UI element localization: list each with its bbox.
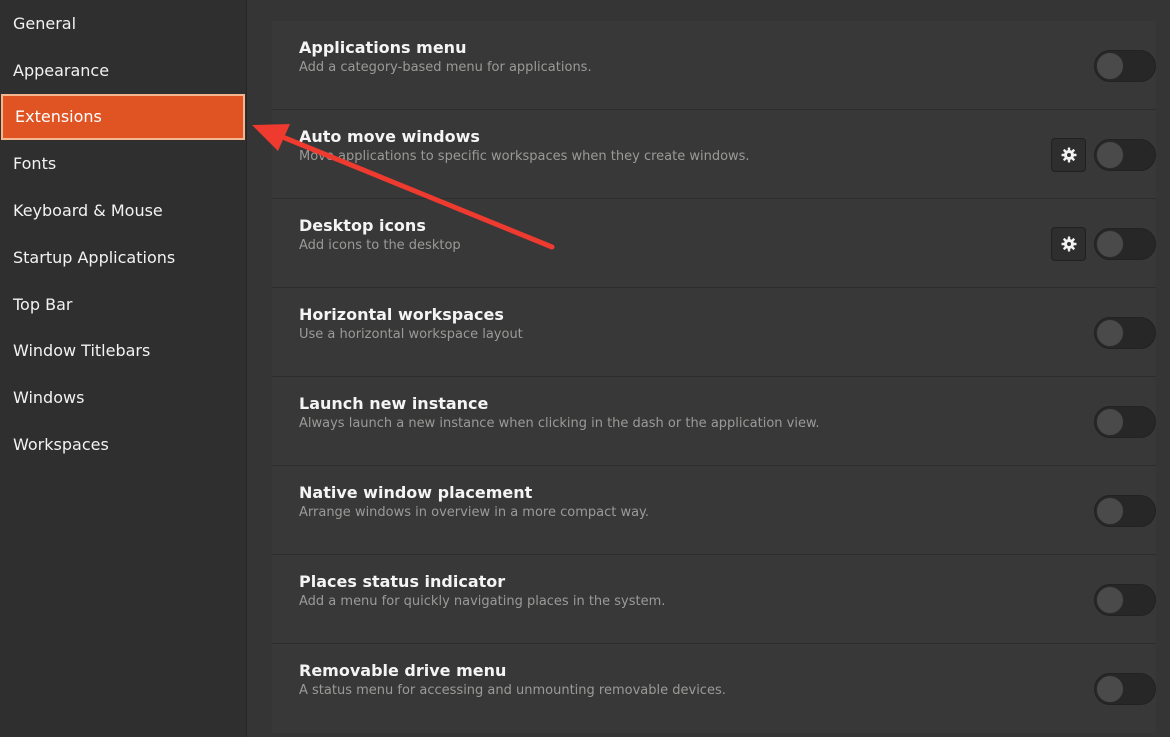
extension-toggle-switch[interactable] bbox=[1094, 50, 1156, 82]
sidebar-item-appearance[interactable]: Appearance bbox=[1, 47, 245, 94]
gear-icon bbox=[1061, 147, 1076, 163]
sidebar-item-label: Window Titlebars bbox=[13, 341, 151, 361]
toggle-knob bbox=[1096, 52, 1124, 80]
sidebar-item-label: Startup Applications bbox=[13, 247, 176, 267]
sidebar-item-extensions[interactable]: Extensions bbox=[1, 93, 245, 141]
sidebar-item-label: Top Bar bbox=[13, 294, 73, 314]
sidebar-item-startup-applications[interactable]: Startup Applications bbox=[1, 234, 245, 281]
tweaks-window: General Appearance Extensions Fonts Keyb… bbox=[0, 0, 1170, 737]
sidebar: General Appearance Extensions Fonts Keyb… bbox=[0, 0, 247, 737]
extension-title: Places status indicator bbox=[299, 572, 506, 591]
extension-description: Move applications to specific workspaces… bbox=[299, 149, 750, 164]
extension-toggle-switch[interactable] bbox=[1094, 495, 1156, 527]
sidebar-item-label: Extensions bbox=[15, 107, 102, 127]
extensions-list: Applications menu Add a category-based m… bbox=[272, 21, 1156, 733]
toggle-knob bbox=[1096, 497, 1124, 525]
toggle-knob bbox=[1096, 141, 1124, 169]
sidebar-item-label: Keyboard & Mouse bbox=[13, 201, 163, 221]
extension-row-desktop-icons: Desktop icons Add icons to the desktop bbox=[272, 199, 1156, 288]
extension-title: Auto move windows bbox=[299, 127, 480, 146]
extension-description: Add a category-based menu for applicatio… bbox=[299, 60, 592, 75]
extension-toggle-switch[interactable] bbox=[1094, 139, 1156, 171]
extension-settings-button[interactable] bbox=[1051, 138, 1086, 172]
extension-description: Add icons to the desktop bbox=[299, 238, 461, 253]
extension-row-native-window-placement: Native window placement Arrange windows … bbox=[272, 466, 1156, 555]
extension-title: Launch new instance bbox=[299, 394, 489, 413]
sidebar-item-label: Windows bbox=[13, 388, 85, 408]
extensions-panel: Applications menu Add a category-based m… bbox=[247, 0, 1170, 737]
extension-toggle-switch[interactable] bbox=[1094, 673, 1156, 705]
extension-row-auto-move-windows: Auto move windows Move applications to s… bbox=[272, 110, 1156, 199]
extension-title: Removable drive menu bbox=[299, 661, 507, 680]
sidebar-item-window-titlebars[interactable]: Window Titlebars bbox=[1, 328, 245, 375]
sidebar-item-label: General bbox=[13, 13, 77, 33]
sidebar-item-label: Workspaces bbox=[13, 435, 109, 455]
extension-description: Use a horizontal workspace layout bbox=[299, 327, 523, 342]
extension-row-removable-drive-menu: Removable drive menu A status menu for a… bbox=[272, 644, 1156, 733]
extension-toggle-switch[interactable] bbox=[1094, 228, 1156, 260]
sidebar-item-label: Appearance bbox=[13, 60, 110, 80]
sidebar-item-top-bar[interactable]: Top Bar bbox=[1, 281, 245, 328]
extension-title: Native window placement bbox=[299, 483, 533, 502]
extension-toggle-switch[interactable] bbox=[1094, 406, 1156, 438]
extension-row-horizontal-workspaces: Horizontal workspaces Use a horizontal w… bbox=[272, 288, 1156, 377]
extension-toggle-switch[interactable] bbox=[1094, 317, 1156, 349]
sidebar-item-general[interactable]: General bbox=[1, 0, 245, 47]
extension-description: A status menu for accessing and unmounti… bbox=[299, 683, 726, 698]
toggle-knob bbox=[1096, 319, 1124, 347]
extension-row-launch-new-instance: Launch new instance Always launch a new … bbox=[272, 377, 1156, 466]
extension-toggle-switch[interactable] bbox=[1094, 584, 1156, 616]
extension-row-places-status-indicator: Places status indicator Add a menu for q… bbox=[272, 555, 1156, 644]
extension-title: Horizontal workspaces bbox=[299, 305, 504, 324]
extension-description: Add a menu for quickly navigating places… bbox=[299, 594, 666, 609]
extension-settings-button[interactable] bbox=[1051, 227, 1086, 261]
extension-description: Always launch a new instance when clicki… bbox=[299, 416, 820, 431]
toggle-knob bbox=[1096, 675, 1124, 703]
sidebar-item-windows[interactable]: Windows bbox=[1, 374, 245, 421]
toggle-knob bbox=[1096, 408, 1124, 436]
extension-description: Arrange windows in overview in a more co… bbox=[299, 505, 650, 520]
toggle-knob bbox=[1096, 230, 1124, 258]
extension-row-applications-menu: Applications menu Add a category-based m… bbox=[272, 21, 1156, 110]
sidebar-item-label: Fonts bbox=[13, 154, 57, 174]
extension-title: Desktop icons bbox=[299, 216, 426, 235]
extension-title: Applications menu bbox=[299, 38, 467, 57]
sidebar-item-fonts[interactable]: Fonts bbox=[1, 140, 245, 187]
sidebar-item-workspaces[interactable]: Workspaces bbox=[1, 421, 245, 468]
gear-icon bbox=[1061, 236, 1076, 252]
sidebar-item-keyboard-mouse[interactable]: Keyboard & Mouse bbox=[1, 187, 245, 234]
toggle-knob bbox=[1096, 586, 1124, 614]
